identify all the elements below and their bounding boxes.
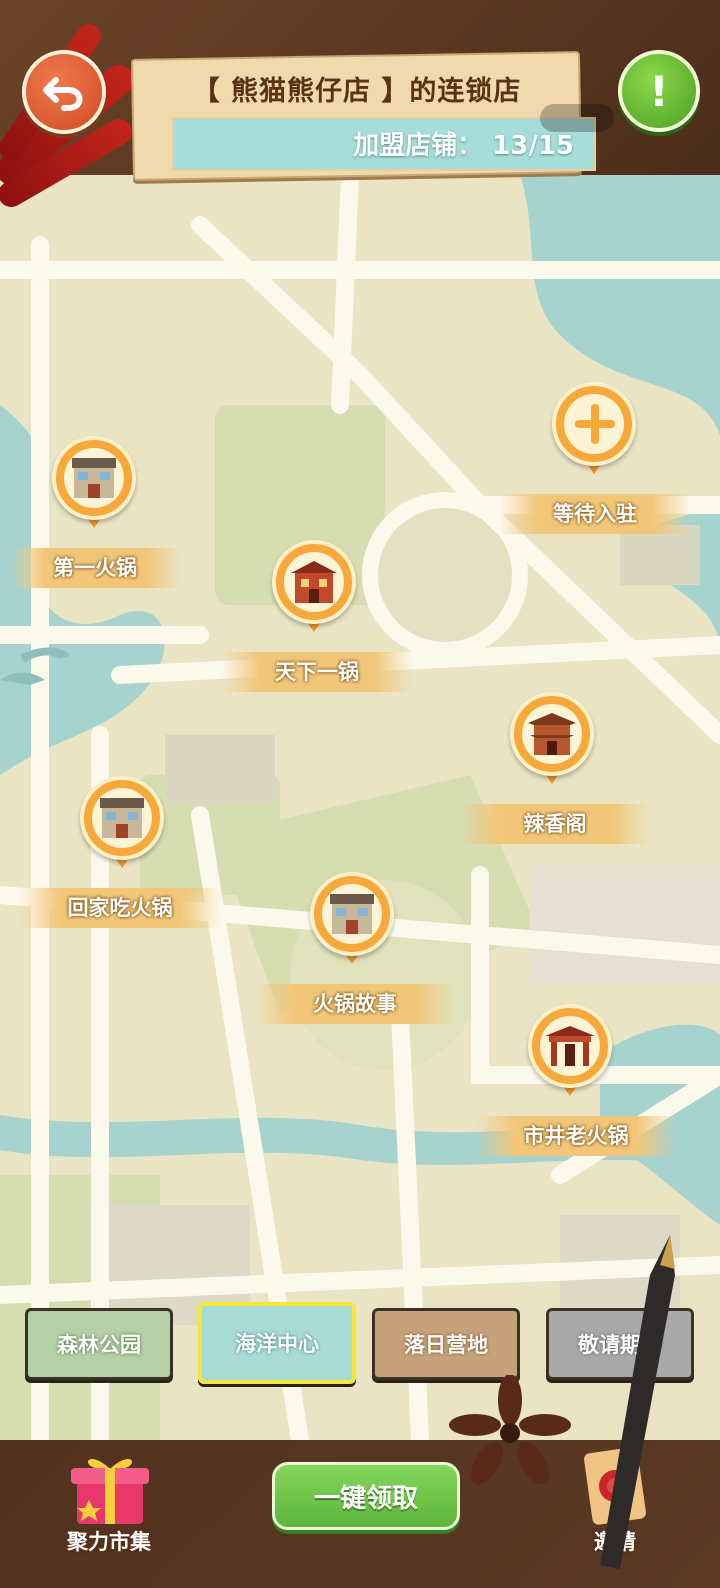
store-label: 天下一锅: [222, 652, 412, 692]
help-button[interactable]: !: [618, 50, 700, 132]
store-label: 等待入驻: [500, 494, 690, 534]
fountain-pen-decoration: [600, 1235, 675, 1569]
franchise-count-text: 加盟店铺： 13/15: [353, 125, 574, 162]
tab-label: 森林公园: [57, 1333, 141, 1357]
claim-all-button[interactable]: 一键领取: [272, 1462, 460, 1530]
shop-building-icon: [92, 788, 152, 848]
tab-label: 海洋中心: [235, 1332, 319, 1356]
tab-ocean-center[interactable]: 海洋中心: [198, 1302, 356, 1384]
page-title: 【 熊猫熊仔店 】的连锁店: [192, 76, 522, 107]
tab-forest-park[interactable]: 森林公园: [25, 1308, 173, 1380]
plus-icon: [564, 394, 624, 454]
market-label: 聚力市集: [67, 1530, 151, 1554]
store-pin[interactable]: [528, 1004, 612, 1100]
store-pin[interactable]: [310, 872, 394, 968]
store-label: 火锅故事: [255, 984, 455, 1024]
tab-label: 落日营地: [404, 1333, 488, 1357]
claim-label: 一键领取: [313, 1483, 418, 1514]
store-label: 第一火锅: [10, 548, 180, 588]
back-button[interactable]: [22, 50, 106, 134]
store-pin[interactable]: [552, 382, 636, 478]
red-restaurant-icon: [284, 552, 344, 612]
store-label: 回家吃火锅: [20, 888, 220, 928]
gate-restaurant-icon: [540, 1016, 600, 1076]
store-label: 市井老火锅: [476, 1116, 676, 1156]
star-anise-decoration: [449, 1375, 571, 1485]
franchise-strip: 加盟店铺： 13/15: [172, 117, 596, 171]
exclamation-icon: !: [649, 66, 669, 116]
gift-box-icon: [71, 1459, 149, 1524]
market-button[interactable]: 聚力市集: [54, 1440, 164, 1560]
shop-building-icon: [322, 884, 382, 944]
store-pin[interactable]: [272, 540, 356, 636]
title-banner: 【 熊猫熊仔店 】的连锁店 加盟店铺： 13/15: [130, 51, 596, 181]
shop-building-icon: [64, 448, 124, 508]
franchise-label: 加盟店铺：: [353, 131, 484, 161]
store-pin[interactable]: [52, 436, 136, 532]
pagoda-restaurant-icon: [522, 704, 582, 764]
tab-sunset-camp[interactable]: 落日营地: [372, 1308, 520, 1380]
more-options-button[interactable]: [540, 104, 614, 132]
store-pin[interactable]: [510, 692, 594, 788]
store-pin[interactable]: [80, 776, 164, 872]
store-label: 辣香阁: [460, 804, 650, 844]
franchise-count: 13/15: [492, 131, 574, 161]
undo-arrow-icon: [43, 77, 83, 111]
